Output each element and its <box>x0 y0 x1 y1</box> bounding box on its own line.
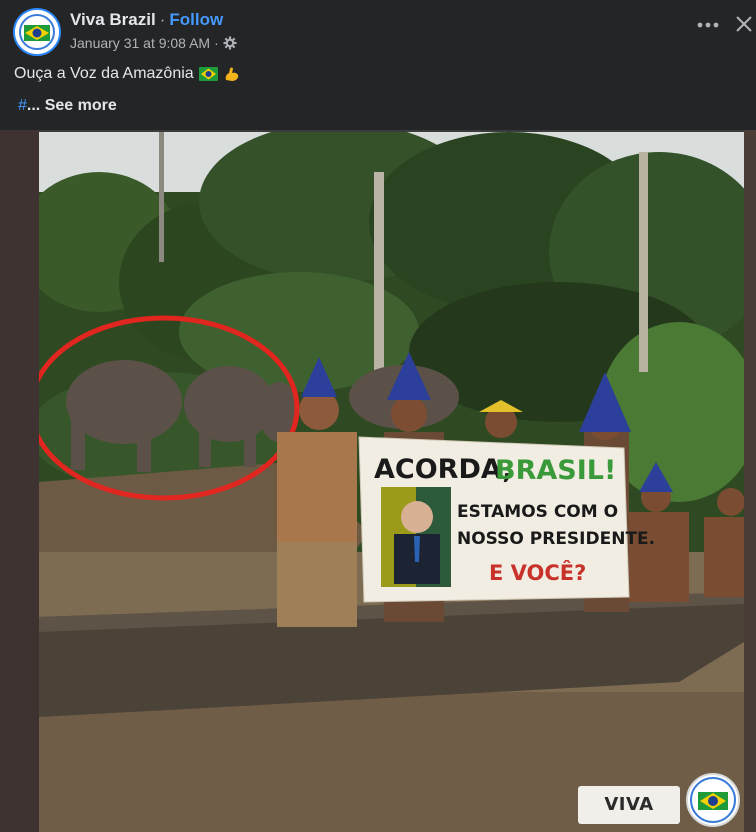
hashtag-link[interactable]: # <box>18 97 27 114</box>
post-caption: Ouça a Voz da Amazônia <box>14 65 241 83</box>
more-horizontal-icon <box>697 22 719 28</box>
media-border-right <box>744 130 756 832</box>
banner-line4: E VOCÊ? <box>489 560 586 585</box>
banner-line1-b: BRASIL! <box>495 455 616 486</box>
page-avatar[interactable] <box>13 8 61 56</box>
close-button[interactable] <box>734 14 756 42</box>
banner-line1-a: ACORDA, <box>374 454 513 485</box>
see-more-row: #... See more <box>18 97 117 115</box>
flag-brazil-icon <box>198 67 218 81</box>
see-more-link[interactable]: ... See more <box>27 97 117 114</box>
banner-line2: ESTAMOS COM O <box>457 502 618 522</box>
post-meta: January 31 at 9:08 AM · <box>70 35 237 51</box>
gear-icon[interactable] <box>223 36 237 50</box>
flag-brazil-icon <box>690 777 736 823</box>
page-name[interactable]: Viva Brazil <box>70 10 156 29</box>
caption-text: Ouça a Voz da Amazônia <box>14 65 194 82</box>
follow-button[interactable]: Follow <box>169 10 223 29</box>
media-border-left <box>0 130 39 832</box>
flag-brazil-icon <box>15 10 59 54</box>
banner-line3: NOSSO PRESIDENTE. <box>457 529 655 549</box>
photo-scene: ACORDA, BRASIL! ESTAMOS COM O NOSSO PRES… <box>39 132 744 832</box>
post-photo[interactable]: ACORDA, BRASIL! ESTAMOS COM O NOSSO PRES… <box>39 132 744 832</box>
viva-brazil-watermark: VIVA BRAZIL <box>578 786 680 824</box>
flexed-biceps-icon <box>225 67 238 81</box>
close-icon <box>736 16 752 32</box>
meta-separator: · <box>214 35 219 51</box>
separator-dot: · <box>159 10 166 29</box>
post-author-line: Viva Brazil · Follow <box>70 10 223 30</box>
more-options-button[interactable] <box>692 15 724 43</box>
post-timestamp[interactable]: January 31 at 9:08 AM <box>70 35 210 51</box>
viva-brazil-logo <box>686 773 740 827</box>
post-header: Viva Brazil · Follow January 31 at 9:08 AM… <box>0 0 756 130</box>
